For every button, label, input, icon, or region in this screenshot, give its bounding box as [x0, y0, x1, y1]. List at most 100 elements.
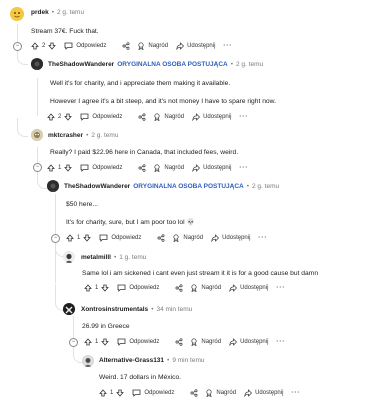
- comment-time[interactable]: 2 g. temu: [236, 61, 263, 68]
- share-link-button[interactable]: [138, 113, 146, 121]
- reply-button[interactable]: Odpowiedz: [117, 338, 159, 346]
- collapse-thread-button[interactable]: −: [69, 338, 78, 347]
- more-options-button[interactable]: ···: [239, 165, 248, 171]
- comment-author[interactable]: TheShadowWanderer: [48, 61, 114, 68]
- share-link-button[interactable]: [190, 389, 198, 397]
- downvote-icon[interactable]: [64, 113, 73, 121]
- award-button[interactable]: Nagród: [153, 164, 184, 172]
- share-button[interactable]: Udostępnij: [244, 389, 283, 397]
- more-options-button[interactable]: ···: [291, 390, 300, 396]
- upvote-icon[interactable]: [31, 42, 39, 50]
- downvote-icon[interactable]: [101, 284, 110, 292]
- comment-author[interactable]: mktcrasher: [48, 132, 83, 139]
- award-label: Nagród: [201, 339, 222, 345]
- comment-time[interactable]: 2 g. temu: [252, 183, 279, 190]
- vote-count: 2: [42, 43, 46, 49]
- comment-time[interactable]: 2 g. temu: [57, 9, 84, 16]
- reply-label: Odpowiedz: [92, 114, 123, 120]
- upvote-icon[interactable]: [84, 284, 92, 292]
- comment-time[interactable]: 34 min temu: [156, 306, 192, 313]
- collapse-thread-button[interactable]: −: [51, 234, 60, 243]
- vote-count: 1: [77, 235, 81, 241]
- share-button[interactable]: Udostępnij: [176, 42, 215, 50]
- separator-dot: •: [151, 306, 154, 313]
- comment-author[interactable]: metalmilll: [81, 254, 111, 261]
- comment-time[interactable]: 2 g. temu: [91, 132, 118, 139]
- award-button[interactable]: Nagród: [190, 338, 221, 346]
- avatar[interactable]: [31, 129, 43, 141]
- share-button[interactable]: Udostępnij: [211, 234, 250, 242]
- collapse-thread-button[interactable]: −: [33, 163, 42, 172]
- share-link-button[interactable]: [138, 164, 146, 172]
- comment-header: mktcrasher • 2 g. temu: [48, 132, 118, 139]
- share-arrows-icon: [138, 113, 146, 121]
- comment-bubble-icon: [132, 389, 141, 397]
- comment-header: TheShadowWanderer ORYGINALNA OSOBA POSTU…: [48, 61, 263, 68]
- comment-bubble-icon: [99, 234, 108, 242]
- vote-count: 1: [58, 165, 62, 171]
- share-icon: [211, 234, 220, 242]
- award-label: Nagród: [201, 285, 222, 291]
- comment-author[interactable]: Xontrosinstrumentals: [81, 306, 148, 313]
- thread-connector: [37, 170, 47, 189]
- comment-author[interactable]: prdek: [31, 9, 49, 16]
- share-link-button[interactable]: [157, 234, 165, 242]
- share-link-button[interactable]: [122, 42, 130, 50]
- share-label: Udostępnij: [222, 235, 251, 241]
- share-button[interactable]: Udostępnij: [192, 164, 231, 172]
- comment-time[interactable]: 9 min temu: [172, 357, 204, 364]
- downvote-icon[interactable]: [64, 164, 73, 172]
- share-link-button[interactable]: [175, 284, 183, 292]
- award-button[interactable]: Nagród: [190, 284, 221, 292]
- award-button[interactable]: Nagród: [137, 42, 168, 50]
- share-button[interactable]: Udostępnij: [229, 338, 268, 346]
- thread-line: [17, 24, 18, 44]
- reply-button[interactable]: Odpowiedz: [64, 42, 106, 50]
- reply-button[interactable]: Odpowiedz: [80, 113, 122, 121]
- reply-label: Odpowiedz: [76, 43, 107, 49]
- comment-author[interactable]: Alternative-Grass131: [99, 357, 164, 364]
- comment-header: TheShadowWanderer ORYGINALNA OSOBA POSTU…: [64, 183, 279, 190]
- more-options-button[interactable]: ···: [276, 285, 285, 291]
- reply-label: Odpowiedz: [92, 165, 123, 171]
- downvote-icon[interactable]: [101, 338, 110, 346]
- upvote-icon[interactable]: [66, 234, 74, 242]
- reply-button[interactable]: Odpowiedz: [99, 234, 141, 242]
- upvote-icon[interactable]: [47, 113, 55, 121]
- reply-button[interactable]: Odpowiedz: [117, 284, 159, 292]
- avatar[interactable]: [47, 180, 59, 192]
- share-button[interactable]: Udostępnij: [229, 284, 268, 292]
- share-label: Udostępnij: [203, 114, 232, 120]
- reply-button[interactable]: Odpowiedz: [80, 164, 122, 172]
- more-options-button[interactable]: ···: [239, 114, 248, 120]
- award-icon: [172, 234, 180, 242]
- more-options-button[interactable]: ···: [258, 235, 267, 241]
- reply-label: Odpowiedz: [144, 390, 175, 396]
- avatar[interactable]: [63, 303, 75, 315]
- upvote-icon[interactable]: [47, 164, 55, 172]
- downvote-icon[interactable]: [48, 42, 57, 50]
- more-options-button[interactable]: ···: [223, 43, 232, 49]
- comment-author[interactable]: TheShadowWanderer: [64, 183, 130, 190]
- share-icon: [192, 113, 201, 121]
- award-button[interactable]: Nagród: [205, 389, 236, 397]
- share-link-button[interactable]: [175, 338, 183, 346]
- upvote-icon[interactable]: [84, 338, 92, 346]
- reply-button[interactable]: Odpowiedz: [132, 389, 174, 397]
- collapse-thread-button[interactable]: −: [13, 42, 22, 51]
- share-button[interactable]: Udostępnij: [192, 113, 231, 121]
- reply-label: Odpowiedz: [129, 339, 160, 345]
- more-options-button[interactable]: ···: [276, 339, 285, 345]
- share-icon: [192, 164, 201, 172]
- avatar[interactable]: [31, 58, 43, 70]
- avatar[interactable]: [82, 355, 94, 367]
- downvote-icon[interactable]: [116, 389, 125, 397]
- avatar[interactable]: [10, 7, 24, 21]
- vote-group: 2: [47, 113, 73, 121]
- award-button[interactable]: Nagród: [172, 234, 203, 242]
- upvote-icon[interactable]: [99, 389, 107, 397]
- award-button[interactable]: Nagród: [153, 113, 184, 121]
- comment-time[interactable]: 1 g. temu: [119, 254, 146, 261]
- avatar[interactable]: [63, 251, 75, 263]
- downvote-icon[interactable]: [83, 234, 92, 242]
